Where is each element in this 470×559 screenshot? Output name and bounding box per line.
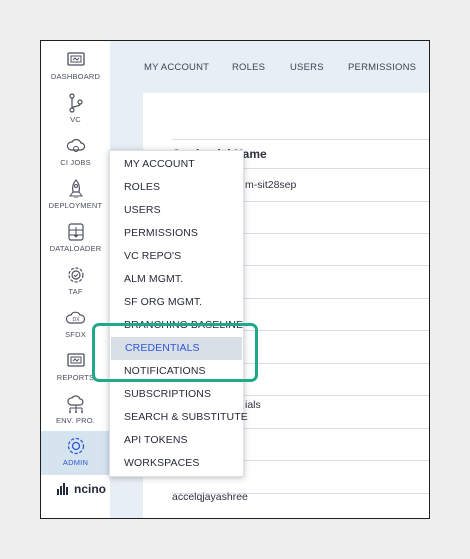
menu-item-workspaces[interactable]: WORKSPACES <box>110 452 243 475</box>
sidebar-item-admin[interactable]: ADMIN <box>41 431 110 475</box>
sidebar-item-reports[interactable]: REPORTS <box>41 346 110 389</box>
sidebar-item-vc[interactable]: VC <box>41 88 110 131</box>
bar-logo-icon <box>57 483 68 495</box>
menu-item-search-substitute[interactable]: SEARCH & SUBSTITUTE <box>110 406 248 429</box>
sidebar-item-label: REPORTS <box>56 373 95 382</box>
menu-item-roles[interactable]: ROLES <box>110 176 243 199</box>
table-cell[interactable]: m-sit28sep <box>245 179 296 191</box>
tab-permissions[interactable]: PERMISSIONS <box>348 62 416 73</box>
menu-item-subscriptions[interactable]: SUBSCRIPTIONS <box>110 383 243 406</box>
admin-gear-icon <box>65 435 87 457</box>
menu-item-my-account[interactable]: MY ACCOUNT <box>110 153 243 176</box>
menu-item-branching-baseline[interactable]: BRANCHING BASELINE <box>110 314 243 337</box>
menu-item-api-tokens[interactable]: API TOKENS <box>110 429 243 452</box>
header-divider <box>172 139 429 140</box>
sidebar-item-env-pro[interactable]: ENV. PRO. <box>41 389 110 432</box>
sidebar-item-label: CI JOBS <box>60 158 91 167</box>
sidebar-item-label: VC <box>70 115 81 124</box>
sidebar-item-label: TAF <box>68 287 83 296</box>
tab-roles[interactable]: ROLES <box>232 62 265 73</box>
sidebar-item-deployment[interactable]: DEPLOYMENT <box>41 174 110 217</box>
logo-text: ncino <box>74 482 106 496</box>
menu-item-alm-mgmt[interactable]: ALM MGMT. <box>110 268 243 291</box>
sidebar-item-label: SFDX <box>65 330 86 339</box>
environment-cloud-icon <box>65 393 87 415</box>
cloud-gear-icon <box>65 135 87 157</box>
sidebar-item-taf[interactable]: TAF <box>41 260 110 303</box>
reports-icon <box>65 350 87 372</box>
dashboard-icon <box>65 49 87 71</box>
menu-item-permissions[interactable]: PERMISSIONS <box>110 222 243 245</box>
menu-item-notifications[interactable]: NOTIFICATIONS <box>110 360 243 383</box>
menu-item-credentials[interactable]: CREDENTIALS <box>111 337 242 360</box>
ncino-logo: ncino <box>57 482 106 496</box>
gear-icon <box>65 264 87 286</box>
sidebar-item-dashboard[interactable]: DASHBOARD <box>41 45 110 88</box>
app-window: DASHBOARD VC CI JOBS DEPLOYMENT DATALOAD… <box>40 40 430 519</box>
sidebar-item-sfdx[interactable]: DX SFDX <box>41 303 110 346</box>
sidebar-item-dataloader[interactable]: DATALOADER <box>41 217 110 260</box>
admin-dropdown-menu: MY ACCOUNT ROLES USERS PERMISSIONS VC RE… <box>109 150 248 477</box>
sidebar-item-label: DASHBOARD <box>50 72 101 81</box>
menu-item-sf-org-mgmt[interactable]: SF ORG MGMT. <box>110 291 243 314</box>
sidebar-item-label: ENV. PRO. <box>55 416 96 425</box>
database-icon <box>65 221 87 243</box>
menu-item-vc-repos[interactable]: VC REPO'S <box>110 245 243 268</box>
sidebar: DASHBOARD VC CI JOBS DEPLOYMENT DATALOAD… <box>41 41 111 518</box>
sidebar-item-label: DEPLOYMENT <box>48 201 103 210</box>
version-control-icon <box>65 92 87 114</box>
svg-text:DX: DX <box>72 317 80 323</box>
sidebar-item-label: ADMIN <box>62 458 89 467</box>
sidebar-item-label: DATALOADER <box>49 244 102 253</box>
menu-item-users[interactable]: USERS <box>110 199 243 222</box>
sfdx-cloud-icon: DX <box>65 307 87 329</box>
tab-users[interactable]: USERS <box>290 62 324 73</box>
sidebar-item-ci-jobs[interactable]: CI JOBS <box>41 131 110 174</box>
rocket-icon <box>65 178 87 200</box>
tab-my-account[interactable]: MY ACCOUNT <box>144 62 209 73</box>
table-cell[interactable]: accelqjayashree <box>172 491 248 503</box>
top-navigation: MY ACCOUNT ROLES USERS PERMISSIONS <box>110 41 429 91</box>
